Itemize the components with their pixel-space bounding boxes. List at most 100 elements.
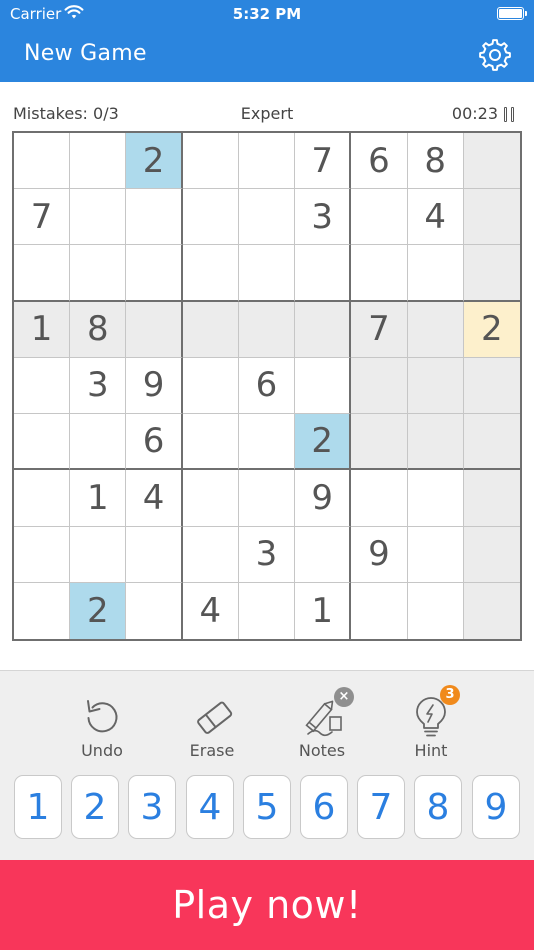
- cell-r9c6[interactable]: 1: [295, 582, 352, 639]
- cell-r6c2[interactable]: [70, 414, 127, 471]
- cell-r2c2[interactable]: [70, 189, 127, 246]
- cell-r1c3[interactable]: 2: [126, 133, 183, 190]
- undo-button[interactable]: Undo: [62, 697, 142, 767]
- cell-r8c9[interactable]: [463, 526, 520, 583]
- cell-r1c4[interactable]: [182, 133, 239, 190]
- erase-button[interactable]: Erase: [172, 697, 252, 767]
- cell-r5c7[interactable]: [351, 357, 408, 415]
- cell-r6c3[interactable]: 6: [126, 414, 183, 471]
- cell-r3c6[interactable]: [295, 245, 352, 302]
- cell-r1c6[interactable]: 7: [295, 133, 352, 190]
- cell-r7c9[interactable]: [463, 470, 520, 527]
- cell-r7c7[interactable]: [351, 470, 408, 527]
- cell-r3c9[interactable]: [463, 245, 520, 302]
- cell-r2c5[interactable]: [238, 189, 296, 246]
- cell-r9c1[interactable]: [14, 582, 71, 639]
- cell-r3c1[interactable]: [14, 245, 71, 302]
- cell-r7c3[interactable]: 4: [126, 470, 183, 527]
- cell-r3c8[interactable]: [407, 245, 464, 302]
- cell-r8c8[interactable]: [407, 526, 464, 583]
- cell-r8c6[interactable]: [295, 526, 352, 583]
- cell-r9c3[interactable]: [126, 582, 183, 639]
- cell-r4c4[interactable]: [182, 301, 239, 358]
- cell-r4c2[interactable]: 8: [70, 301, 127, 358]
- cell-r5c3[interactable]: 9: [126, 357, 183, 415]
- cell-r4c1[interactable]: 1: [14, 301, 71, 358]
- cell-r2c6[interactable]: 3: [295, 189, 352, 246]
- cell-r7c5[interactable]: [238, 470, 296, 527]
- number-button-7[interactable]: 7: [357, 775, 405, 839]
- number-button-8[interactable]: 8: [414, 775, 462, 839]
- cell-r2c4[interactable]: [182, 189, 239, 246]
- cell-r2c8[interactable]: 4: [407, 189, 464, 246]
- cell-r5c4[interactable]: [182, 357, 239, 415]
- cell-r6c5[interactable]: [238, 414, 296, 471]
- cell-r4c5[interactable]: [238, 301, 296, 358]
- notes-label: Notes: [298, 741, 346, 760]
- cell-r1c2[interactable]: [70, 133, 127, 190]
- cell-r3c4[interactable]: [182, 245, 239, 302]
- cell-r5c6[interactable]: [295, 357, 352, 415]
- cell-r9c9[interactable]: [463, 582, 520, 639]
- cell-r7c4[interactable]: [182, 470, 239, 527]
- cell-r2c3[interactable]: [126, 189, 183, 246]
- play-now-button[interactable]: Play now!: [0, 860, 534, 950]
- cell-r9c5[interactable]: [238, 582, 296, 639]
- cell-r9c7[interactable]: [351, 582, 408, 639]
- cell-r6c1[interactable]: [14, 414, 71, 471]
- cell-r7c1[interactable]: [14, 470, 71, 527]
- cell-r6c9[interactable]: [463, 414, 520, 471]
- notes-off-badge: ×: [334, 687, 354, 707]
- cell-r8c4[interactable]: [182, 526, 239, 583]
- cell-r5c1[interactable]: [14, 357, 71, 415]
- cell-r4c3[interactable]: [126, 301, 183, 358]
- cell-r3c7[interactable]: [351, 245, 408, 302]
- cell-r8c1[interactable]: [14, 526, 71, 583]
- cell-r6c8[interactable]: [407, 414, 464, 471]
- cell-r8c2[interactable]: [70, 526, 127, 583]
- cell-r1c7[interactable]: 6: [351, 133, 408, 190]
- cell-r5c2[interactable]: 3: [70, 357, 127, 415]
- number-button-4[interactable]: 4: [186, 775, 234, 839]
- cell-r3c2[interactable]: [70, 245, 127, 302]
- cell-r3c5[interactable]: [238, 245, 296, 302]
- cell-r1c1[interactable]: [14, 133, 71, 190]
- number-button-6[interactable]: 6: [300, 775, 348, 839]
- cell-r7c8[interactable]: [407, 470, 464, 527]
- cell-r1c5[interactable]: [238, 133, 296, 190]
- cell-r5c9[interactable]: [463, 357, 520, 415]
- cell-r6c6[interactable]: 2: [295, 414, 352, 471]
- cell-r4c8[interactable]: [407, 301, 464, 358]
- hint-button[interactable]: 3 Hint: [391, 685, 471, 767]
- cell-r7c6[interactable]: 9: [295, 470, 352, 527]
- cell-r2c1[interactable]: 7: [14, 189, 71, 246]
- cell-r9c2[interactable]: 2: [70, 582, 127, 639]
- cell-r4c6[interactable]: [295, 301, 352, 358]
- number-button-5[interactable]: 5: [243, 775, 291, 839]
- cell-r4c9[interactable]: 2: [463, 301, 520, 358]
- cell-r1c9[interactable]: [463, 133, 520, 190]
- cell-r3c3[interactable]: [126, 245, 183, 302]
- number-button-9[interactable]: 9: [472, 775, 520, 839]
- cell-r2c9[interactable]: [463, 189, 520, 246]
- cell-r2c7[interactable]: [351, 189, 408, 246]
- number-button-2[interactable]: 2: [71, 775, 119, 839]
- pause-icon[interactable]: [504, 107, 516, 122]
- cell-r9c4[interactable]: 4: [182, 582, 239, 639]
- cell-r9c8[interactable]: [407, 582, 464, 639]
- cell-r5c8[interactable]: [407, 357, 464, 415]
- number-button-3[interactable]: 3: [128, 775, 176, 839]
- number-button-1[interactable]: 1: [14, 775, 62, 839]
- sudoku-board: 276873418723966214939241: [12, 131, 522, 641]
- cell-r8c3[interactable]: [126, 526, 183, 583]
- notes-button[interactable]: × Notes: [282, 687, 362, 767]
- cell-r8c7[interactable]: 9: [351, 526, 408, 583]
- cell-r5c5[interactable]: 6: [238, 357, 296, 415]
- gear-icon[interactable]: [478, 38, 512, 72]
- cell-r7c2[interactable]: 1: [70, 470, 127, 527]
- cell-r6c4[interactable]: [182, 414, 239, 471]
- cell-r1c8[interactable]: 8: [407, 133, 464, 190]
- cell-r6c7[interactable]: [351, 414, 408, 471]
- cell-r4c7[interactable]: 7: [351, 301, 408, 358]
- cell-r8c5[interactable]: 3: [238, 526, 296, 583]
